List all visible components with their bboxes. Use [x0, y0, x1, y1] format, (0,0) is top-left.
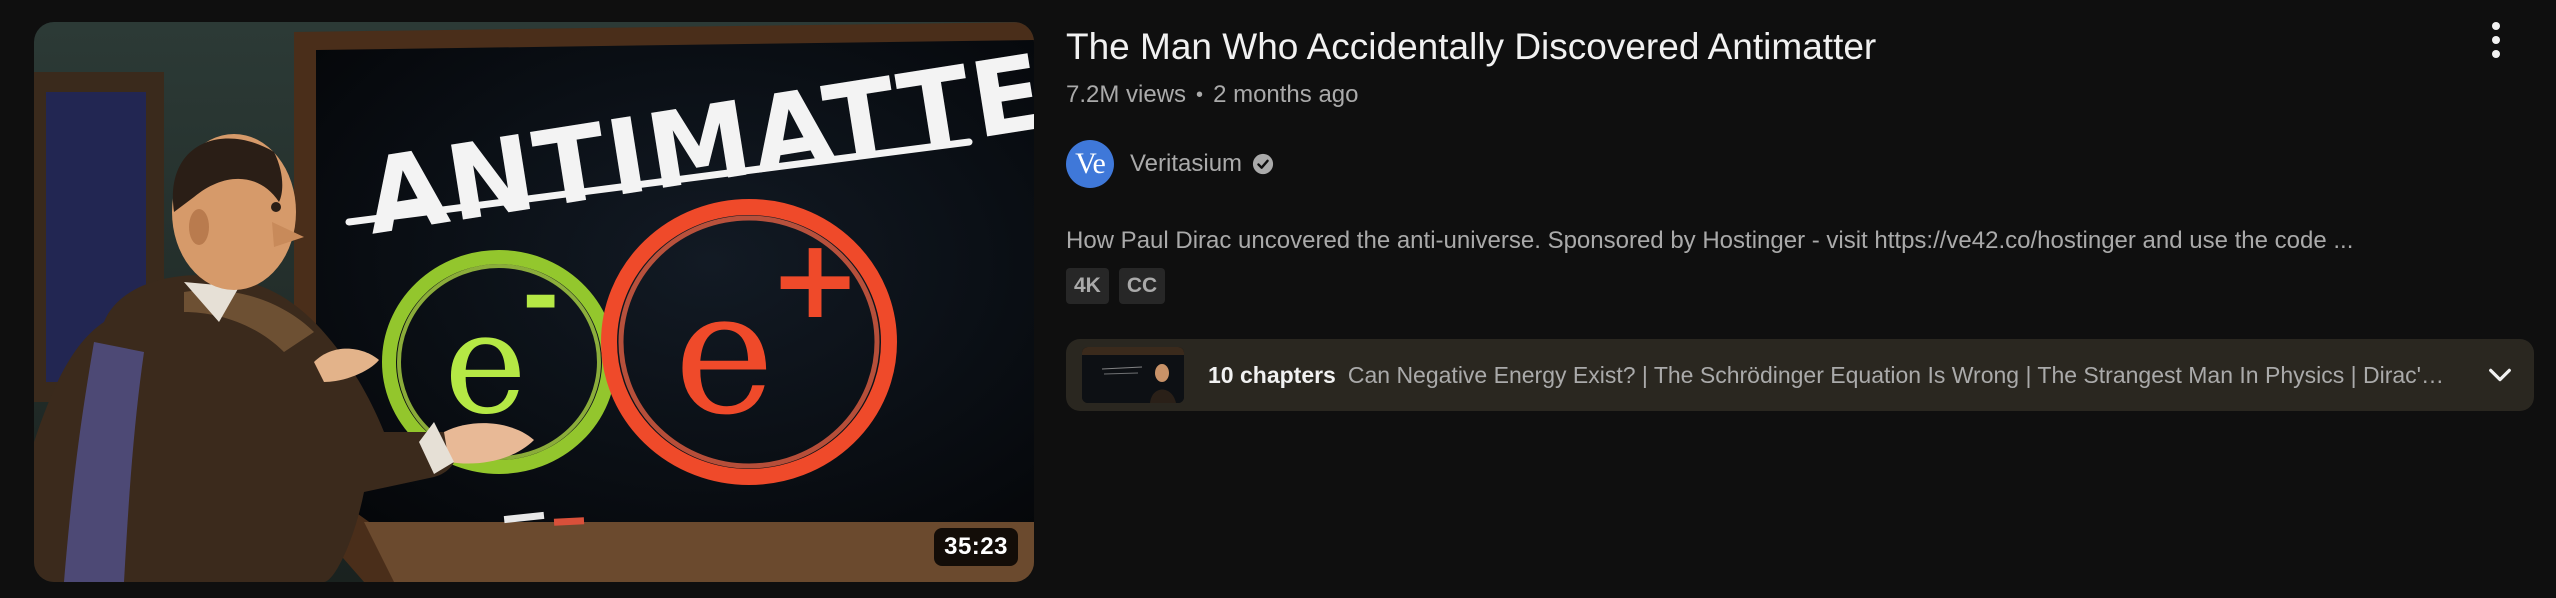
video-duration: 35:23: [934, 528, 1018, 566]
thumbnail-illustration: ANTIMATTER e - e +: [34, 22, 1034, 582]
video-description: How Paul Dirac uncovered the anti-univer…: [1066, 227, 2354, 254]
channel-link[interactable]: Ve Veritasium: [1066, 140, 2506, 188]
chapters-count: 10 chapters: [1208, 361, 1336, 388]
kebab-dot: [2492, 50, 2500, 58]
thumbnail-electron-sign: -: [522, 244, 559, 349]
view-count: 7.2M views: [1066, 81, 1187, 108]
upload-age: 2 months ago: [1213, 81, 1359, 108]
video-stats: 7.2M views • 2 months ago: [1066, 78, 2506, 112]
thumbnail-electron-letter: e: [444, 283, 527, 446]
chapters-panel[interactable]: 10 chapters Can Negative Energy Exist? |…: [1066, 339, 2534, 411]
verified-check-icon: [1252, 153, 1274, 175]
video-result: ANTIMATTER e - e + 35:23 The Man Who Acc…: [0, 0, 2556, 598]
channel-name[interactable]: Veritasium: [1130, 150, 1242, 178]
chapters-list: Can Negative Energy Exist? | The Schrödi…: [1347, 361, 2452, 388]
video-badges: 4K CC: [1066, 268, 2506, 304]
kebab-dot: [2492, 36, 2500, 44]
thumbnail-positron-sign: +: [769, 215, 861, 343]
video-metadata: The Man Who Accidentally Discovered Anti…: [1066, 20, 2506, 304]
chapter-thumbnail: [1082, 347, 1184, 403]
kebab-dot: [2492, 22, 2500, 30]
video-title[interactable]: The Man Who Accidentally Discovered Anti…: [1066, 20, 2506, 74]
badge-cc: CC: [1118, 268, 1166, 304]
thumbnail-positron-letter: e: [674, 255, 775, 453]
separator-dot: •: [1196, 83, 1204, 106]
channel-avatar[interactable]: Ve: [1066, 140, 1114, 188]
chevron-down-icon[interactable]: [2480, 355, 2520, 395]
video-thumbnail[interactable]: ANTIMATTER e - e + 35:23: [34, 22, 1034, 582]
badge-4k: 4K: [1066, 268, 1109, 304]
more-vert-icon[interactable]: [2476, 18, 2516, 62]
